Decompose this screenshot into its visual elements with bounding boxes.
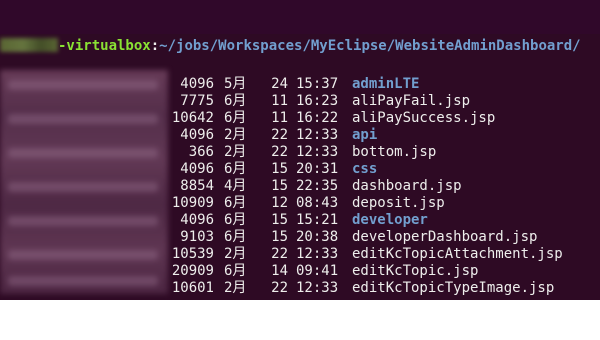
file-size: 10601 — [171, 280, 214, 296]
file-name: dashboard.jsp — [352, 178, 462, 194]
terminal-top-edge — [0, 0, 600, 34]
file-month: 5月 — [224, 76, 247, 92]
file-size: 10909 — [171, 195, 214, 211]
file-name: bottom.jsp — [352, 144, 437, 160]
file-day: 22 — [271, 280, 288, 296]
file-month: 2月 — [224, 144, 247, 160]
file-day: 15 — [271, 212, 288, 228]
file-size: 20909 — [171, 263, 214, 279]
file-time: 15:21 — [296, 212, 339, 228]
file-month: 6月 — [224, 110, 247, 126]
shell-prompt: -virtualbox:~/jobs/Workspaces/MyEclipse/… — [0, 38, 581, 55]
file-size: 7775 — [180, 93, 214, 109]
file-time: 16:23 — [296, 93, 339, 109]
file-name: deposit.jsp — [352, 195, 445, 211]
file-size: 4096 — [180, 161, 214, 177]
terminal-window[interactable]: -virtualbox:~/jobs/Workspaces/MyEclipse/… — [0, 0, 600, 300]
file-time: 20:31 — [296, 161, 339, 177]
file-time: 22:35 — [296, 178, 339, 194]
file-day: 14 — [271, 263, 288, 279]
file-size: 9103 — [180, 229, 214, 245]
file-month: 2月 — [224, 246, 247, 262]
file-month: 4月 — [224, 178, 247, 194]
file-day: 22 — [271, 127, 288, 143]
file-day: 15 — [271, 161, 288, 177]
file-name: developerDashboard.jsp — [352, 229, 538, 245]
file-day: 24 — [271, 76, 288, 92]
file-name: editKcTopic.jsp — [352, 263, 479, 279]
file-time: 16:22 — [296, 110, 339, 126]
file-time: 08:43 — [296, 195, 339, 211]
prompt-user-host: -virtualbox — [58, 38, 151, 54]
file-size: 8854 — [180, 178, 214, 194]
file-time: 12:33 — [296, 127, 339, 143]
file-month: 6月 — [224, 93, 247, 109]
file-size: 4096 — [180, 127, 214, 143]
file-day: 11 — [271, 110, 288, 126]
directory-name: api — [352, 127, 378, 143]
file-time: 12:33 — [296, 246, 339, 262]
file-time: 09:41 — [296, 263, 339, 279]
file-day: 15 — [271, 229, 288, 245]
file-time: 12:33 — [296, 280, 339, 296]
file-size: 4096 — [180, 212, 214, 228]
file-time: 20:38 — [296, 229, 339, 245]
file-month: 6月 — [224, 161, 247, 177]
file-time: 12:33 — [296, 144, 339, 160]
directory-name: adminLTE — [352, 76, 420, 92]
file-month: 6月 — [224, 195, 247, 211]
file-day: 15 — [271, 178, 288, 194]
file-day: 11 — [271, 93, 288, 109]
file-size: 10642 — [171, 110, 214, 126]
file-month: 2月 — [224, 280, 247, 296]
file-size: 10539 — [171, 246, 214, 262]
file-day: 22 — [271, 144, 288, 160]
file-month: 6月 — [224, 212, 247, 228]
file-name: aliPaySuccess.jsp — [352, 110, 496, 126]
file-size: 4096 — [180, 76, 214, 92]
file-month: 2月 — [224, 127, 247, 143]
directory-name: css — [352, 161, 378, 177]
file-size: 366 — [188, 144, 214, 160]
cropped-next-line — [340, 292, 580, 300]
file-month: 6月 — [224, 229, 247, 245]
file-name: aliPayFail.jsp — [352, 93, 471, 109]
redacted-username — [0, 38, 58, 52]
file-time: 15:37 — [296, 76, 339, 92]
file-month: 6月 — [224, 263, 247, 279]
directory-name: developer — [352, 212, 428, 228]
file-name: editKcTopicAttachment.jsp — [352, 246, 563, 262]
prompt-path: ~/jobs/Workspaces/MyEclipse/WebsiteAdmin… — [159, 38, 581, 54]
file-day: 12 — [271, 195, 288, 211]
file-day: 22 — [271, 246, 288, 262]
prompt-colon: : — [150, 38, 160, 54]
